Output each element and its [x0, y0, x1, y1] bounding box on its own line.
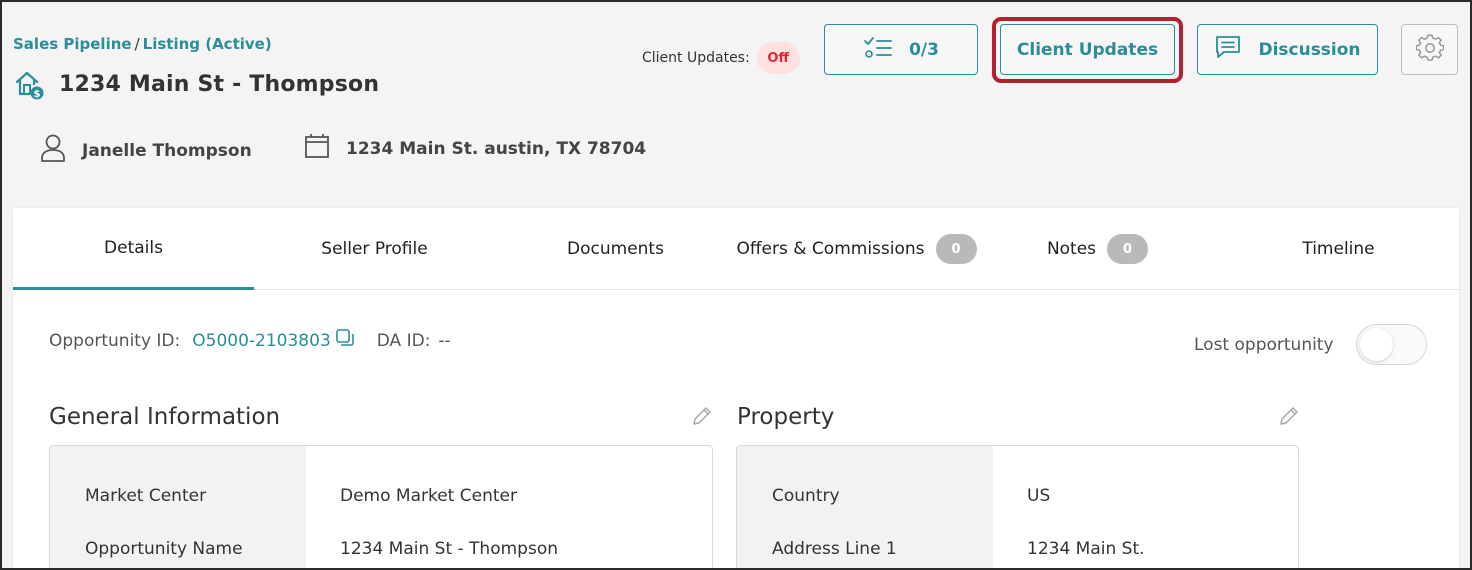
offers-count-badge: 0	[935, 234, 977, 264]
breadcrumb-pipeline-link[interactable]: Sales Pipeline	[13, 35, 132, 53]
row-label: Address Line 1	[772, 539, 897, 559]
page-title: 1234 Main St - Thompson	[59, 71, 380, 97]
table-row: Market Center Demo Market Center	[50, 486, 712, 510]
opportunity-id-row: Opportunity ID: O5000-2103803 DA ID: --	[49, 328, 451, 353]
client-updates-button[interactable]: Client Updates	[1000, 24, 1175, 75]
row-value: 1234 Main St - Thompson	[340, 539, 558, 559]
svg-text:$: $	[34, 89, 41, 100]
row-label: Opportunity Name	[85, 539, 243, 559]
client-updates-button-label: Client Updates	[1016, 39, 1159, 60]
row-value: 1234 Main St.	[1027, 539, 1145, 559]
breadcrumb-stage-link[interactable]: Listing (Active)	[143, 35, 272, 53]
discussion-button[interactable]: Discussion	[1197, 24, 1378, 75]
tab-bar: Details Seller Profile Documents Offers …	[13, 208, 1459, 290]
client-updates-status-label: Client Updates:	[642, 50, 750, 66]
general-information-title: General Information	[49, 404, 281, 430]
breadcrumb-separator: /	[134, 35, 140, 53]
client-updates-status: Client Updates: Off	[642, 42, 800, 74]
notes-count-badge: 0	[1107, 234, 1149, 264]
opportunity-id-label: Opportunity ID:	[49, 330, 181, 351]
general-information-table: Market Center Demo Market Center Opportu…	[49, 445, 713, 568]
gear-icon	[1414, 34, 1445, 66]
app-frame: Sales Pipeline / Listing (Active) $ 1234 M…	[0, 0, 1472, 570]
settings-button[interactable]	[1401, 24, 1458, 75]
tab-label: Offers & Commissions	[736, 239, 925, 259]
tab-notes[interactable]: Notes 0	[977, 208, 1218, 290]
pencil-icon[interactable]	[690, 404, 714, 432]
da-id-value: --	[438, 330, 451, 351]
title-row: $ 1234 Main St - Thompson	[13, 68, 379, 100]
toggle-knob	[1359, 328, 1393, 361]
row-label: Market Center	[85, 486, 207, 506]
property-title: Property	[737, 404, 835, 430]
tab-label: Details	[104, 237, 163, 258]
person-icon	[40, 133, 82, 168]
row-value: US	[1027, 486, 1051, 506]
table-row: Address Line 1 1234 Main St.	[737, 539, 1298, 563]
tab-label: Seller Profile	[321, 239, 428, 259]
tasks-button[interactable]: 0/3	[824, 24, 978, 75]
lost-opportunity-label: Lost opportunity	[1194, 334, 1334, 355]
tab-label: Documents	[567, 239, 664, 259]
discussion-button-label: Discussion	[1258, 39, 1361, 60]
table-row: Country US	[737, 486, 1298, 510]
lost-opportunity-toggle[interactable]	[1355, 324, 1427, 365]
building-icon	[304, 133, 346, 164]
opportunity-id-link[interactable]: O5000-2103803	[192, 331, 331, 351]
agent-name: Janelle Thompson	[82, 140, 252, 161]
agent-info: Janelle Thompson	[40, 133, 252, 168]
address-info: 1234 Main St. austin, TX 78704	[304, 133, 646, 164]
chat-icon	[1214, 34, 1242, 65]
da-id-label: DA ID:	[376, 330, 431, 351]
tab-documents[interactable]: Documents	[495, 208, 736, 290]
property-table: Country US Address Line 1 1234 Main St.	[736, 445, 1299, 568]
pencil-icon[interactable]	[1277, 404, 1301, 432]
checklist-icon	[863, 36, 893, 63]
tab-timeline[interactable]: Timeline	[1218, 208, 1459, 290]
row-value: Demo Market Center	[340, 486, 517, 506]
tab-seller-profile[interactable]: Seller Profile	[254, 208, 495, 290]
house-dollar-icon: $	[13, 68, 45, 100]
client-updates-off-badge: Off	[756, 42, 800, 74]
copy-icon[interactable]	[335, 328, 355, 353]
table-row: Opportunity Name 1234 Main St - Thompson	[50, 539, 712, 563]
details-card: Details Seller Profile Documents Offers …	[13, 208, 1459, 568]
row-label: Country	[772, 486, 840, 506]
tab-label: Notes	[1046, 239, 1097, 259]
property-address: 1234 Main St. austin, TX 78704	[346, 138, 647, 159]
breadcrumb: Sales Pipeline / Listing (Active)	[13, 35, 272, 53]
lost-opportunity-row: Lost opportunity	[1194, 324, 1427, 365]
tab-details[interactable]: Details	[13, 208, 254, 290]
tab-label: Timeline	[1302, 239, 1375, 259]
tasks-count: 0/3	[909, 39, 939, 60]
tab-offers-commissions[interactable]: Offers & Commissions 0	[736, 208, 977, 290]
